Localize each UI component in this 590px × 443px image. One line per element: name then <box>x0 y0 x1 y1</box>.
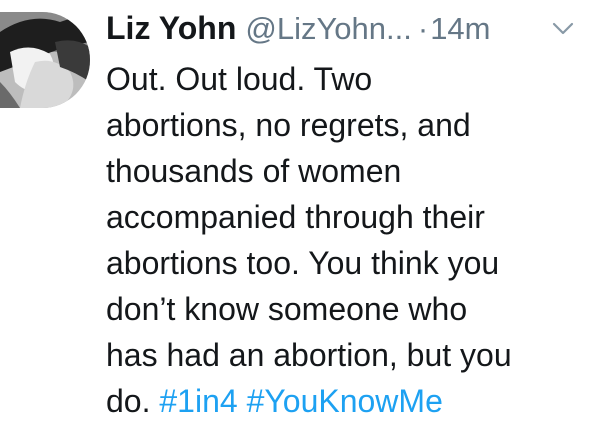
tweet-text-line: abortions, no regrets, and <box>106 107 471 143</box>
display-name[interactable]: Liz Yohn <box>106 10 236 47</box>
hashtag-link[interactable]: #YouKnowMe <box>247 383 443 419</box>
tweet: Liz Yohn @LizYohn... · 14m Out. Out loud… <box>0 0 590 443</box>
tweet-text-line: accompanied through their <box>106 199 485 235</box>
tweet-text-line: Out. Out loud. Two <box>106 61 373 97</box>
hashtag-link[interactable]: #1in4 <box>159 383 237 419</box>
tweet-header: Liz Yohn @LizYohn... · 14m <box>106 10 586 50</box>
profile-photo-icon <box>0 12 90 108</box>
avatar[interactable] <box>0 12 90 108</box>
tweet-text-last-line: do. #1in4 #YouKnowMe <box>106 378 586 424</box>
tweet-text-line: abortions too. You think you <box>106 245 500 281</box>
chevron-down-icon[interactable] <box>552 22 574 36</box>
tweet-text-line: thousands of women <box>106 153 402 189</box>
timestamp[interactable]: 14m <box>430 11 490 47</box>
tweet-text-line: don’t know someone who <box>106 291 468 327</box>
tweet-text: Out. Out loud. Two abortions, no regrets… <box>106 56 586 424</box>
separator-dot: · <box>417 11 429 46</box>
tweet-text-fragment: do. <box>106 383 160 419</box>
tweet-text-line: has had an abortion, but you <box>106 337 512 373</box>
user-handle[interactable]: @LizYohn... <box>245 11 412 47</box>
